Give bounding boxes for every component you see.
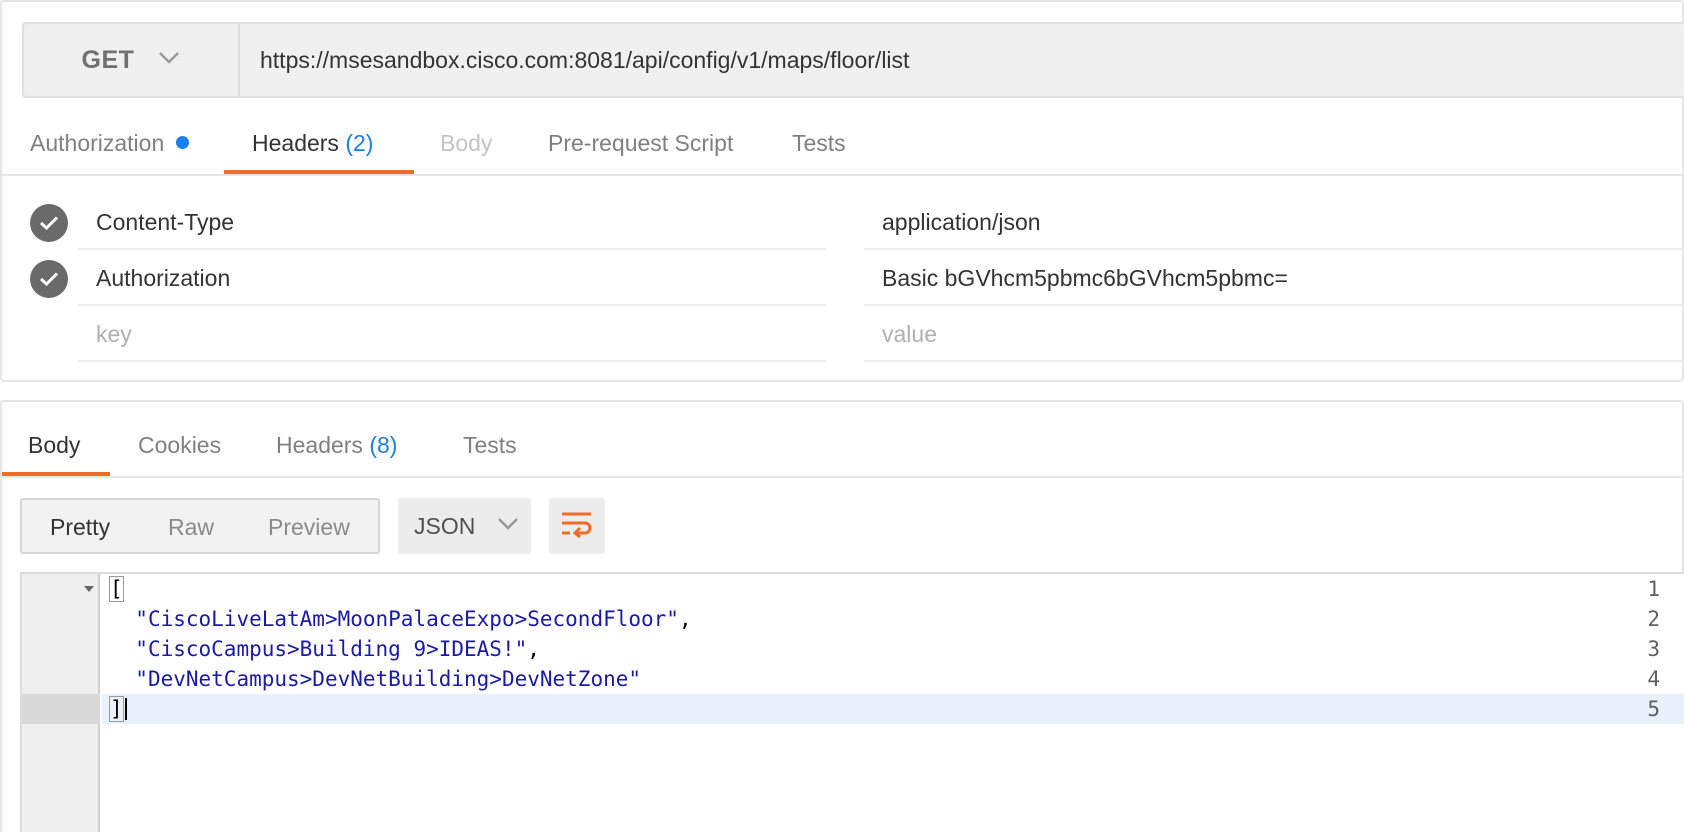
url-bar: GET https://msesandbox.cisco.com:8081/ap… bbox=[22, 22, 1684, 98]
line-number: 2 bbox=[1647, 607, 1660, 631]
row-divider bbox=[864, 360, 1684, 362]
new-header-key-input[interactable]: key bbox=[96, 319, 132, 349]
method-dropdown[interactable]: GET bbox=[24, 24, 240, 96]
response-tabs-divider bbox=[0, 476, 1684, 478]
view-mode-toggle: Pretty Raw Preview bbox=[20, 498, 380, 554]
modified-indicator-icon bbox=[176, 136, 190, 149]
active-line-highlight bbox=[102, 694, 1684, 724]
format-label: JSON bbox=[414, 512, 476, 539]
row-divider bbox=[864, 248, 1684, 250]
header-key-field[interactable]: Content-Type bbox=[96, 207, 234, 237]
line-number: 1 bbox=[1647, 577, 1660, 601]
tab-authorization[interactable]: Authorization bbox=[30, 128, 190, 158]
tab-tests[interactable]: Tests bbox=[792, 128, 846, 158]
chevron-down-icon bbox=[497, 517, 519, 536]
wrap-lines-icon bbox=[560, 510, 594, 543]
fold-arrow-icon[interactable] bbox=[84, 586, 94, 592]
line-number: 5 bbox=[1647, 697, 1660, 721]
json-string: "DevNetCampus>DevNetBuilding>DevNetZone" bbox=[135, 667, 642, 691]
view-raw-button[interactable]: Raw bbox=[168, 512, 214, 542]
header-value-field[interactable]: application/json bbox=[882, 207, 1041, 237]
json-comma: , bbox=[527, 637, 540, 661]
view-pretty-button[interactable]: Pretty bbox=[50, 512, 110, 542]
tab-label: Authorization bbox=[30, 130, 165, 156]
code-line: "CiscoCampus>Building 9>IDEAS!", bbox=[110, 634, 540, 664]
format-dropdown[interactable]: JSON bbox=[398, 498, 531, 554]
new-header-value-input[interactable]: value bbox=[882, 319, 937, 349]
json-bracket: ] bbox=[109, 696, 124, 722]
tab-cookies[interactable]: Cookies bbox=[138, 430, 221, 460]
row-divider bbox=[78, 360, 826, 362]
line-number: 3 bbox=[1647, 637, 1660, 661]
header-key-field[interactable]: Authorization bbox=[96, 263, 230, 293]
checkmark-icon[interactable] bbox=[30, 260, 68, 298]
active-line-gutter bbox=[22, 694, 100, 724]
code-line: [ bbox=[109, 574, 124, 604]
view-preview-button[interactable]: Preview bbox=[268, 512, 350, 542]
wrap-lines-button[interactable] bbox=[549, 498, 605, 554]
checkmark-icon[interactable] bbox=[30, 204, 68, 242]
tabs-divider bbox=[2, 174, 1684, 176]
headers-count: (2) bbox=[345, 130, 374, 156]
tab-pre-request-script[interactable]: Pre-request Script bbox=[548, 128, 733, 158]
tab-body[interactable]: Body bbox=[440, 128, 492, 158]
json-string: "CiscoCampus>Building 9>IDEAS!" bbox=[135, 637, 528, 661]
tab-label: Headers bbox=[276, 432, 363, 458]
tab-response-headers[interactable]: Headers (8) bbox=[276, 430, 397, 460]
text-cursor bbox=[124, 698, 127, 720]
tab-response-body[interactable]: Body bbox=[28, 430, 80, 460]
response-headers-count: (8) bbox=[369, 432, 398, 458]
json-comma: , bbox=[678, 607, 692, 631]
response-body-editor[interactable]: 1 2 3 4 5 [ "CiscoLiveLatAm>MoonPalaceEx… bbox=[20, 572, 1684, 832]
request-panel: GET https://msesandbox.cisco.com:8081/ap… bbox=[0, 0, 1684, 382]
tab-response-tests[interactable]: Tests bbox=[463, 430, 517, 460]
tab-headers[interactable]: Headers (2) bbox=[252, 128, 373, 158]
chevron-down-icon bbox=[158, 51, 180, 70]
json-string: "CiscoLiveLatAm>MoonPalaceExpo>SecondFlo… bbox=[135, 607, 679, 631]
code-line: "DevNetCampus>DevNetBuilding>DevNetZone" bbox=[110, 664, 641, 694]
code-line: ] bbox=[109, 694, 127, 724]
line-number: 4 bbox=[1647, 667, 1660, 691]
url-input[interactable]: https://msesandbox.cisco.com:8081/api/co… bbox=[260, 24, 909, 96]
row-divider bbox=[78, 304, 826, 306]
row-divider bbox=[78, 248, 826, 250]
header-value-field[interactable]: Basic bGVhcm5pbmc6bGVhcm5pbmc= bbox=[882, 263, 1288, 293]
row-divider bbox=[864, 304, 1684, 306]
tab-label: Headers bbox=[252, 130, 339, 156]
code-line: "CiscoLiveLatAm>MoonPalaceExpo>SecondFlo… bbox=[110, 604, 692, 634]
method-label: GET bbox=[81, 45, 135, 74]
json-bracket: [ bbox=[109, 576, 124, 602]
